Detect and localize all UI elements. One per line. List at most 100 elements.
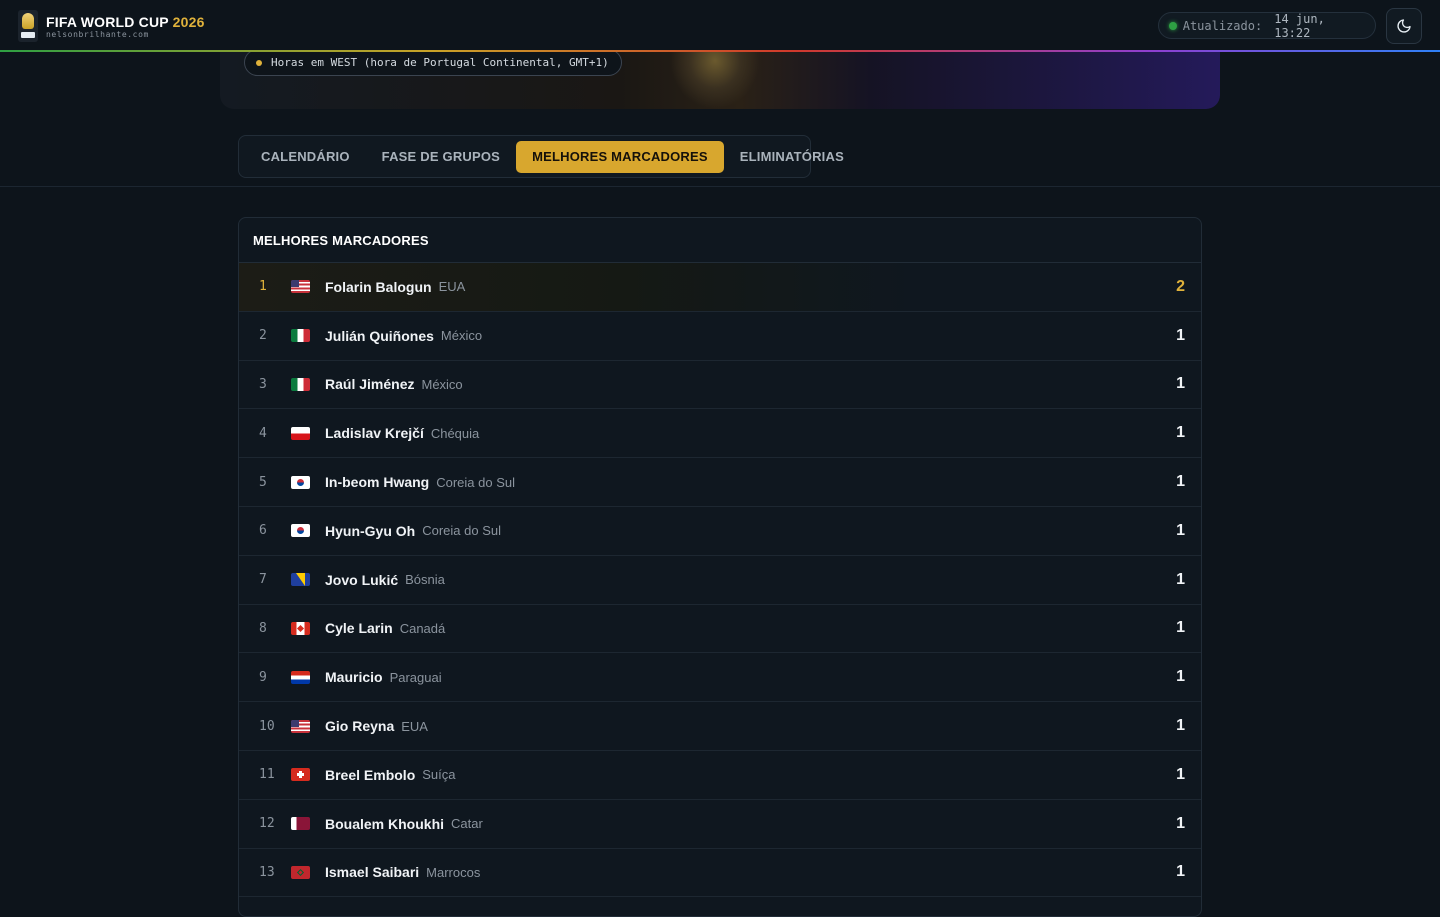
main-tabs: CALENDÁRIO FASE DE GRUPOS MELHORES MARCA… bbox=[238, 135, 844, 178]
flag-mx-icon bbox=[291, 377, 310, 391]
table-row[interactable]: 13 Ismael Saibari Marrocos 1 bbox=[239, 849, 1201, 898]
player-name: Mauricio bbox=[325, 669, 383, 686]
flag-ca-icon bbox=[291, 621, 310, 635]
rank: 8 bbox=[259, 620, 267, 636]
player-name: Jovo Lukić bbox=[325, 571, 399, 588]
goals-count: 1 bbox=[1176, 570, 1185, 588]
top-bar: FIFA WORLD CUP 2026 nelsonbrilhante.com … bbox=[0, 0, 1440, 52]
updated-label: Atualizado: bbox=[1182, 18, 1263, 33]
team-name: Chéquia bbox=[430, 425, 480, 441]
team-name: México bbox=[440, 328, 483, 344]
flag-cz-icon bbox=[291, 426, 310, 440]
goals-count: 2 bbox=[1176, 277, 1185, 295]
brand-site: nelsonbrilhante.com bbox=[46, 29, 149, 39]
card-title: MELHORES MARCADORES bbox=[239, 218, 1201, 263]
team-name: EUA bbox=[438, 279, 466, 295]
goals-count: 1 bbox=[1176, 814, 1185, 832]
rank: 2 bbox=[259, 328, 267, 344]
table-row[interactable]: 4 Ladislav Krejčí Chéquia 1 bbox=[239, 409, 1201, 459]
goals-count: 1 bbox=[1176, 863, 1185, 881]
team-name: México bbox=[421, 376, 463, 392]
flag-ma-icon bbox=[291, 865, 310, 879]
player-name: Hyun-Gyu Oh bbox=[325, 522, 416, 539]
table-row[interactable]: 11 Breel Embolo Suíça 1 bbox=[239, 751, 1201, 800]
flag-mx-icon bbox=[291, 329, 310, 343]
rank: 12 bbox=[259, 816, 275, 832]
flag-kr-icon bbox=[291, 475, 310, 489]
flag-ba-icon bbox=[291, 573, 310, 587]
player-name: Breel Embolo bbox=[325, 766, 416, 783]
goals-count: 1 bbox=[1176, 326, 1185, 344]
moon-icon bbox=[1397, 19, 1411, 33]
updated-value: 14 jun, 13:22 bbox=[1274, 11, 1325, 40]
flag-us-icon bbox=[291, 719, 310, 733]
table-row[interactable]: 8 Cyle Larin Canadá 1 bbox=[239, 605, 1201, 654]
goals-count: 1 bbox=[1176, 619, 1185, 637]
clock-dot-icon bbox=[256, 59, 262, 66]
rank: 11 bbox=[259, 767, 275, 783]
table-row[interactable]: 2 Julián Quiñones México 1 bbox=[239, 312, 1201, 361]
team-name: Coreia do Sul bbox=[422, 523, 502, 539]
team-name: Paraguai bbox=[389, 669, 442, 685]
table-row[interactable]: 6 Hyun-Gyu Oh Coreia do Sul 1 bbox=[239, 507, 1201, 556]
theme-toggle-button[interactable] bbox=[1386, 8, 1422, 44]
flag-py-icon bbox=[291, 670, 310, 684]
goals-count: 1 bbox=[1176, 521, 1185, 539]
world-cup-logo-icon bbox=[18, 10, 38, 42]
player-name: Ladislav Krejčí bbox=[325, 425, 424, 442]
section-divider bbox=[0, 186, 1440, 187]
top-scorers-card: MELHORES MARCADORES 1 Folarin Balogun EUA 2… bbox=[238, 217, 1202, 917]
rank: 1 bbox=[259, 279, 267, 295]
rank: 9 bbox=[259, 669, 267, 685]
player-name: Raúl Jiménez bbox=[325, 376, 415, 393]
goals-count: 1 bbox=[1176, 765, 1185, 783]
team-name: EUA bbox=[401, 718, 428, 734]
goals-count: 1 bbox=[1176, 668, 1185, 686]
table-row[interactable]: 10 Gio Reyna EUA 1 bbox=[239, 702, 1201, 751]
player-name: Ismael Saibari bbox=[325, 864, 420, 881]
tab-fase-de-grupos[interactable]: FASE DE GRUPOS bbox=[366, 141, 516, 173]
rank: 4 bbox=[259, 425, 267, 441]
tab-calendario[interactable]: CALENDÁRIO bbox=[245, 141, 366, 173]
player-name: Gio Reyna bbox=[325, 718, 395, 735]
timezone-notice: Horas em WEST (hora de Portugal Continen… bbox=[244, 49, 622, 76]
player-name: In-beom Hwang bbox=[325, 474, 430, 491]
table-row[interactable]: 7 Jovo Lukić Bósnia 1 bbox=[239, 556, 1201, 605]
team-name: Coreia do Sul bbox=[436, 474, 516, 490]
team-name: Bósnia bbox=[405, 572, 445, 588]
live-status-icon bbox=[1169, 21, 1177, 30]
flag-ch-icon bbox=[291, 768, 310, 782]
table-row[interactable]: 1 Folarin Balogun EUA 2 bbox=[239, 263, 1201, 312]
brand[interactable]: FIFA WORLD CUP 2026 nelsonbrilhante.com bbox=[18, 10, 205, 42]
scorers-list: 1 Folarin Balogun EUA 2 2 Julián Quiñones Méxi… bbox=[239, 263, 1201, 898]
rank: 13 bbox=[259, 864, 275, 880]
table-row[interactable]: 9 Mauricio Paraguai 1 bbox=[239, 653, 1201, 703]
goals-count: 1 bbox=[1176, 424, 1185, 442]
goals-count: 1 bbox=[1176, 375, 1185, 393]
rank: 5 bbox=[259, 474, 267, 490]
team-name: Marrocos bbox=[426, 864, 481, 880]
tab-melhores-marcadores[interactable]: MELHORES MARCADORES bbox=[516, 140, 724, 173]
team-name: Catar bbox=[451, 816, 483, 832]
brand-title: FIFA WORLD CUP 2026 bbox=[46, 13, 205, 30]
goals-count: 1 bbox=[1176, 717, 1185, 735]
flag-us-icon bbox=[291, 280, 310, 294]
flag-kr-icon bbox=[291, 524, 310, 538]
player-name: Folarin Balogun bbox=[325, 278, 432, 295]
tab-eliminatorias[interactable]: ELIMINATÓRIAS bbox=[724, 141, 860, 173]
player-name: Julián Quiñones bbox=[325, 327, 434, 344]
rank: 7 bbox=[259, 572, 267, 588]
updated-badge: Atualizado: 14 jun, 13:22 bbox=[1158, 11, 1376, 40]
team-name: Suíça bbox=[422, 767, 456, 783]
table-row[interactable]: 12 Boualem Khoukhi Catar 1 bbox=[239, 800, 1201, 849]
table-row[interactable]: 5 In-beom Hwang Coreia do Sul 1 bbox=[239, 458, 1201, 507]
player-name: Boualem Khoukhi bbox=[325, 815, 445, 832]
rank: 10 bbox=[259, 718, 275, 734]
header-accent-line bbox=[0, 50, 1440, 52]
goals-count: 1 bbox=[1176, 473, 1185, 491]
table-row[interactable]: 3 Raúl Jiménez México 1 bbox=[239, 361, 1201, 410]
rank: 6 bbox=[259, 523, 267, 539]
rank: 3 bbox=[259, 376, 267, 392]
flag-qa-icon bbox=[291, 817, 310, 831]
player-name: Cyle Larin bbox=[325, 620, 393, 637]
